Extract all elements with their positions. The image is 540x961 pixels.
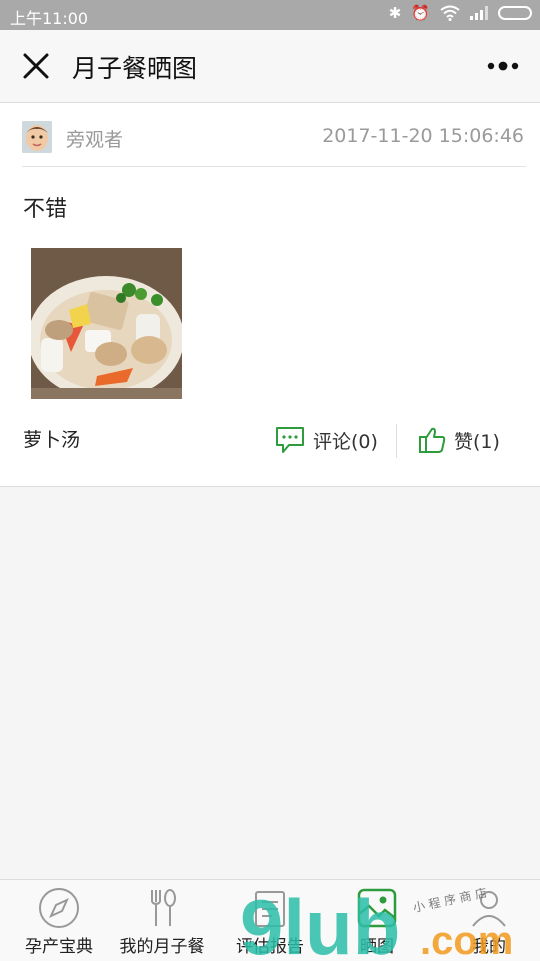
status-icons: ✱ ⏰ [389,4,532,22]
like-label: 赞(1) [454,430,500,453]
avatar[interactable] [22,121,52,153]
bluetooth-icon: ✱ [388,4,402,22]
tab-label: 我的 [472,937,506,957]
status-bar: 上午11:00 ✱ ⏰ [0,0,540,30]
tab-label: 评估报告 [236,937,304,957]
close-icon [23,53,49,79]
comment-label: 评论(0) [313,430,378,453]
post-header: 旁观者 2017-11-20 15:06:46 [0,103,540,167]
photo-caption: 萝卜汤 [23,429,81,451]
thumbs-up-icon [419,427,446,453]
post-timestamp: 2017-11-20 15:06:46 [322,125,524,147]
comment-icon [276,427,304,453]
soup-photo [31,248,182,399]
post-card: 旁观者 2017-11-20 15:06:46 不错 萝卜汤 评论(0) 赞(1… [0,103,540,487]
tab-report[interactable]: 评估报告 [211,880,329,961]
close-button[interactable] [20,50,52,82]
post-text: 不错 [23,197,68,222]
more-icon [487,61,519,71]
nav-bar: 月子餐晒图 [0,30,540,103]
status-time: 上午11:00 [10,9,89,28]
compass-icon [39,888,79,928]
more-button[interactable] [486,58,520,74]
wifi-icon [440,5,460,21]
tab-my-meals[interactable]: 我的月子餐 [103,880,221,961]
tab-photos[interactable]: 晒图 [318,880,436,961]
fork-spoon-icon [151,889,176,926]
tab-label: 我的月子餐 [119,937,205,957]
alarm-icon: ⏰ [411,4,430,22]
page-title: 月子餐晒图 [72,54,198,83]
like-button[interactable]: 赞(1) [418,426,500,454]
tab-bar: 孕产宝典 我的月子餐 评估报告 晒图 我的 [0,879,540,961]
signal-icon [470,6,488,20]
photo-icon [357,888,397,928]
avatar-image [22,121,52,153]
post-photo[interactable] [31,248,182,399]
author-name: 旁观者 [66,129,124,151]
tab-label: 晒图 [360,937,394,957]
comment-button[interactable]: 评论(0) [275,426,378,454]
action-divider [396,424,397,458]
tab-mine[interactable]: 我的 [430,880,540,961]
report-icon [255,891,285,927]
battery-icon [498,6,532,20]
tab-baodian[interactable]: 孕产宝典 [0,880,118,961]
user-icon [472,891,506,927]
divider [22,166,526,167]
tab-label: 孕产宝典 [25,937,93,957]
